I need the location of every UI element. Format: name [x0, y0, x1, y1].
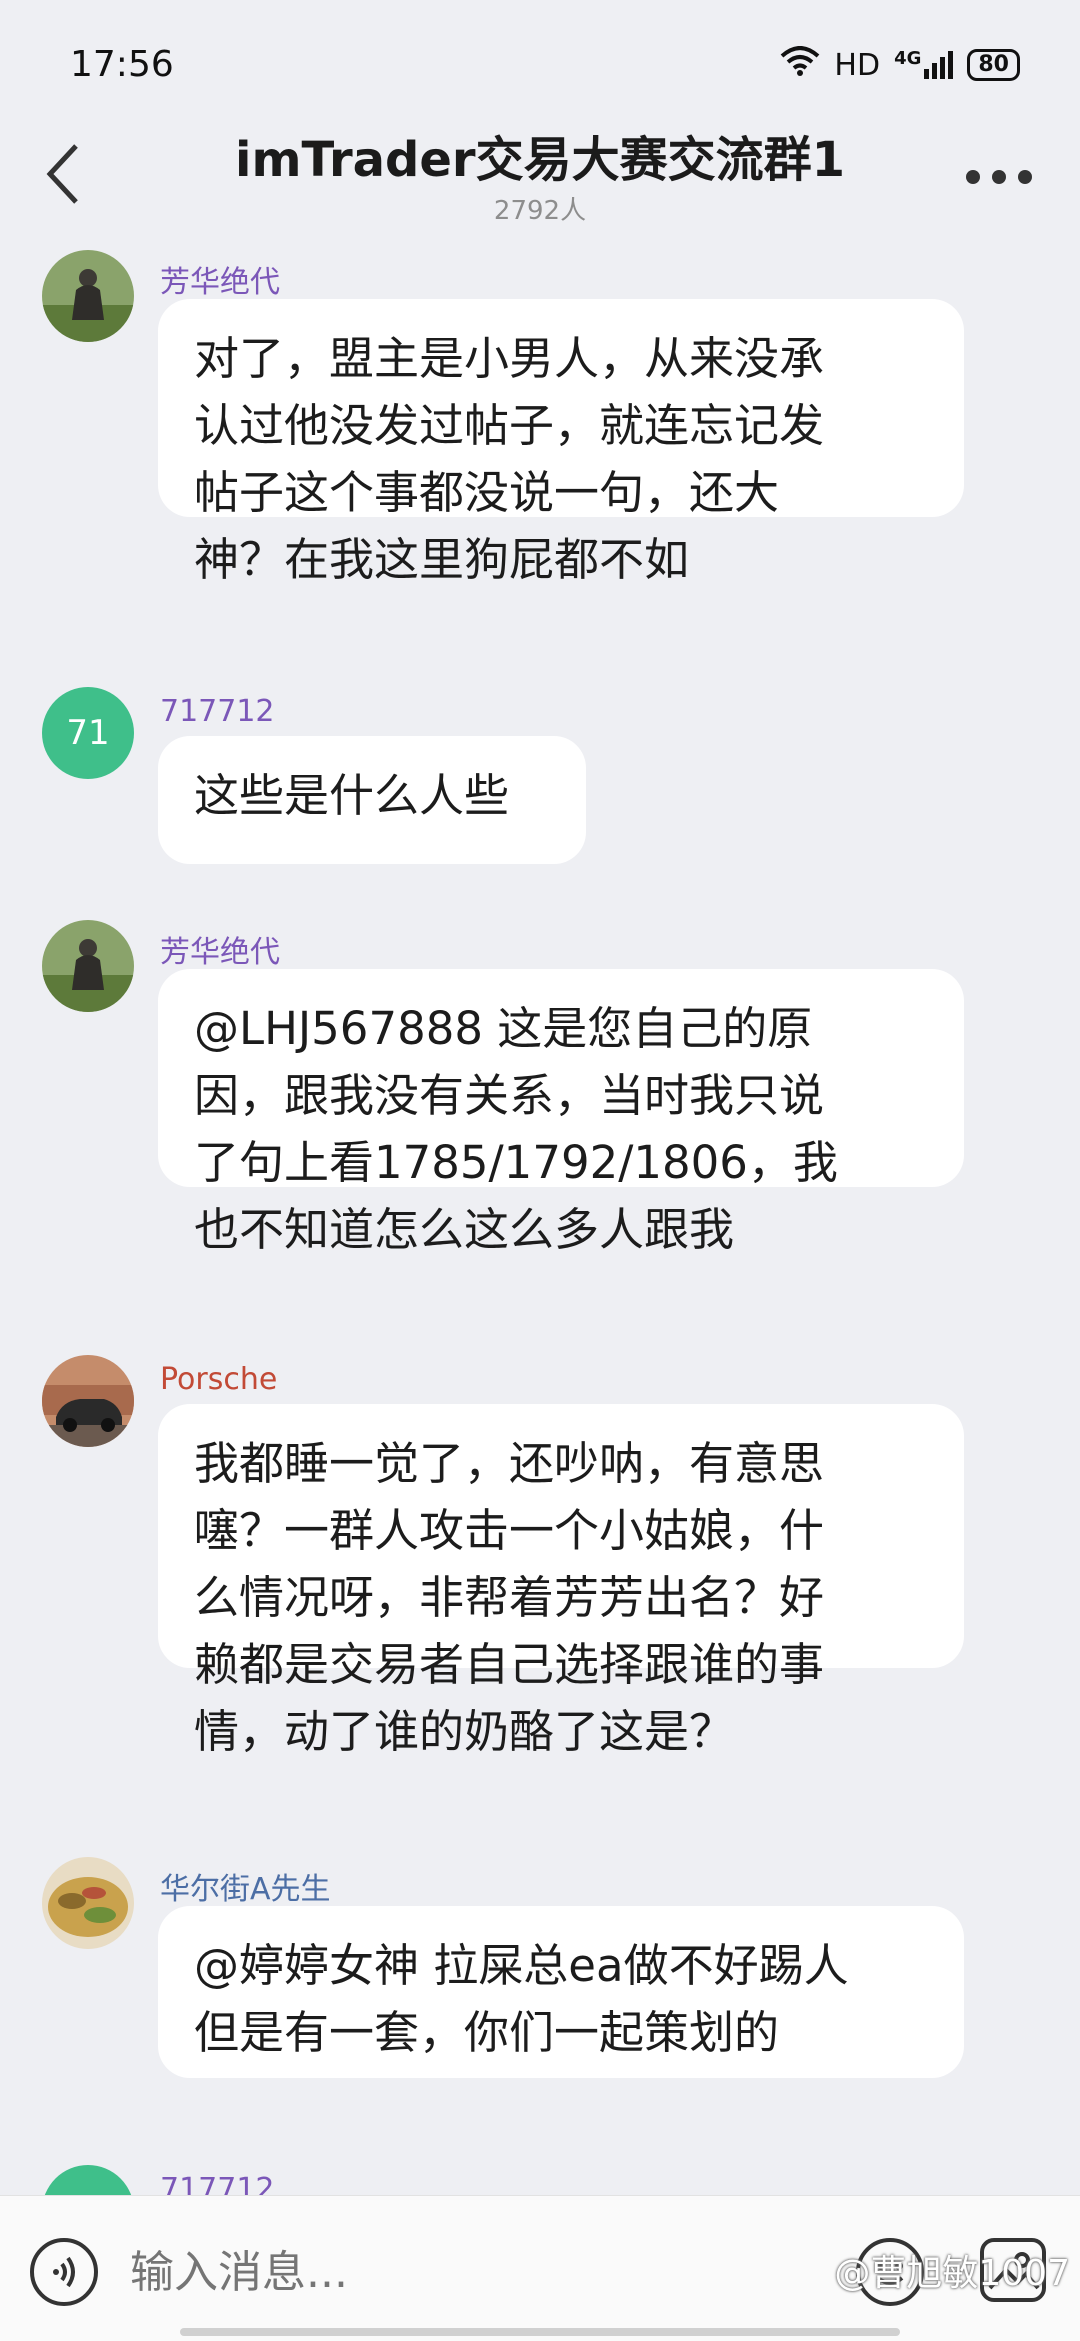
avatar[interactable] [42, 250, 134, 342]
more-options-button[interactable] [960, 150, 1040, 200]
chat-header: imTrader交易大赛交流群1 2792人 [0, 110, 1080, 240]
group-title: imTrader交易大赛交流群1 [235, 132, 845, 188]
message-item: 芳华绝代 @LHJ567888 这是您自己的原 因，跟我没有关系，当时我只说 了… [0, 915, 1080, 1305]
message-input-bar: @曹旭敏1007 [0, 2195, 1080, 2341]
message-bubble[interactable]: @LHJ567888 这是您自己的原 因，跟我没有关系，当时我只说 了句上看17… [158, 969, 964, 1256]
home-indicator[interactable] [180, 2328, 900, 2336]
message-item: 71 717712 这些是什么人些 [0, 682, 1080, 882]
sender-name[interactable]: 华尔街A先生 [160, 1864, 331, 1908]
status-time: 17:56 [70, 44, 174, 85]
voice-icon [53, 2256, 75, 2288]
sender-name[interactable]: 芳华绝代 [160, 927, 280, 971]
message-bubble[interactable]: 我都睡一觉了，还吵呐，有意思 噻？一群人攻击一个小姑娘，什 么情况呀，非帮着芳芳… [158, 1404, 964, 1758]
message-bubble[interactable]: 对了，盟主是小男人，从来没承 认过他没发过帖子，就连忘记发 帖子这个事都没说一句… [158, 299, 964, 586]
voice-button[interactable] [30, 2238, 98, 2306]
cell-signal-icon: 4G [894, 48, 954, 79]
avatar[interactable] [42, 1857, 134, 1949]
message-bubble[interactable]: 这些是什么人些 [158, 736, 586, 864]
message-item: 芳华绝代 对了，盟主是小男人，从来没承 认过他没发过帖子，就连忘记发 帖子这个事… [0, 245, 1080, 635]
message-list[interactable]: 芳华绝代 对了，盟主是小男人，从来没承 认过他没发过帖子，就连忘记发 帖子这个事… [0, 245, 1080, 2195]
sender-name[interactable]: 717712 [160, 694, 275, 729]
status-icons: HD 4G 80 [780, 46, 1020, 84]
sender-name[interactable]: 芳华绝代 [160, 257, 280, 301]
message-item: Porsche 我都睡一觉了，还吵呐，有意思 噻？一群人攻击一个小姑娘，什 么情… [0, 1350, 1080, 1810]
avatar[interactable] [42, 920, 134, 1012]
avatar[interactable]: 71 [42, 687, 134, 779]
message-item: 华尔街A先生 @婷婷女神 拉屎总ea做不好踢人 但是有一套，你们一起策划的 [0, 1852, 1080, 2112]
watermark: @曹旭敏1007 [834, 2253, 1070, 2294]
wifi-icon [780, 46, 820, 84]
message-item: 71 717712 [0, 2160, 1080, 2195]
avatar[interactable]: 71 [42, 2165, 134, 2195]
message-bubble[interactable]: @婷婷女神 拉屎总ea做不好踢人 但是有一套，你们一起策划的 [158, 1906, 964, 2078]
avatar[interactable] [42, 1355, 134, 1447]
signal-type-label: 4G [894, 48, 922, 69]
network-label: HD [834, 47, 881, 83]
sender-name[interactable]: 717712 [160, 2172, 275, 2195]
sender-name[interactable]: Porsche [160, 1362, 277, 1397]
battery-icon: 80 [967, 49, 1020, 81]
member-count: 2792人 [493, 196, 587, 226]
message-input[interactable] [128, 2236, 812, 2308]
